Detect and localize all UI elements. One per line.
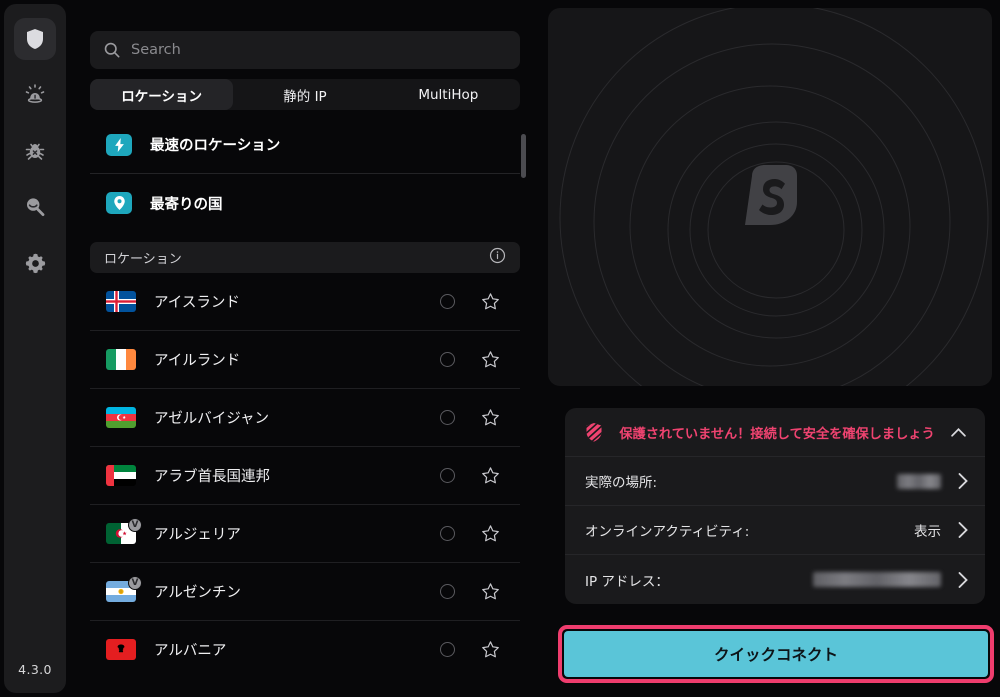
chevron-right-icon[interactable] (957, 521, 969, 539)
country-name: アラブ首長国連邦 (154, 469, 270, 485)
quick-row-label: 最速のロケーション (150, 138, 281, 154)
status-row-real-location[interactable]: 実際の場所: (565, 457, 985, 506)
bug-icon (23, 139, 47, 163)
status-card-header[interactable]: 保護されていません！接続して安全を確保しましょう (565, 408, 985, 457)
country-name: アイスランド (154, 295, 240, 311)
expand-circle-icon[interactable] (440, 294, 455, 309)
expand-circle-icon[interactable] (440, 584, 455, 599)
quick-connect-highlight: クイックコネクト (558, 625, 994, 683)
status-row-online-activity[interactable]: オンラインアクティビティ: 表示 (565, 506, 985, 555)
alert-light-icon (23, 83, 47, 107)
section-header-locations: ロケーション (90, 242, 520, 273)
quick-row-label: 最寄りの国 (150, 196, 223, 213)
status-row-label: IP アドレス： (585, 573, 669, 590)
sidebar: 4.3.0 (4, 4, 66, 693)
location-pin-icon (106, 192, 132, 214)
country-name: アルゼンチン (154, 585, 241, 601)
flag-albania-icon (106, 639, 136, 660)
favorite-star-icon[interactable] (481, 292, 500, 311)
quick-row-fastest-location[interactable]: 最速のロケーション (90, 116, 520, 174)
status-panel: 保護されていません！接続して安全を確保しましょう 実際の場所: オンラインアクテ… (544, 4, 996, 693)
country-name: アゼルバイジャン (154, 411, 269, 427)
status-row-value-redacted (897, 473, 941, 489)
quick-locations: 最速のロケーション 最寄りの国 (90, 116, 520, 232)
chevron-right-icon[interactable] (957, 472, 969, 490)
search-bar[interactable] (90, 31, 520, 69)
status-row-label: 実際の場所: (585, 475, 658, 491)
flag-algeria-icon: V (106, 518, 142, 544)
search-input[interactable] (131, 42, 520, 58)
shield-icon (25, 28, 45, 50)
shield-unprotected-icon (585, 422, 603, 443)
status-row-label: オンラインアクティビティ: (585, 524, 750, 540)
chevron-right-icon[interactable] (957, 571, 969, 589)
country-name: アルジェリア (154, 527, 241, 543)
flag-iceland-icon (106, 291, 136, 312)
favorite-star-icon[interactable] (481, 524, 500, 543)
flag-argentina-icon: V (106, 576, 142, 602)
country-row[interactable]: V アルジェリア (90, 505, 520, 563)
favorite-star-icon[interactable] (481, 466, 500, 485)
status-message: 保護されていません！接続して安全を確保しましょう (619, 426, 935, 442)
sidebar-item-vpn[interactable] (14, 18, 56, 60)
quick-connect-button[interactable]: クイックコネクト (564, 631, 988, 677)
expand-circle-icon[interactable] (440, 642, 455, 657)
country-row[interactable]: アラブ首長国連邦 (90, 447, 520, 505)
country-row[interactable]: アイスランド (90, 273, 520, 331)
status-row-value: 表示 (914, 524, 941, 540)
info-icon[interactable] (489, 247, 506, 268)
favorite-star-icon[interactable] (481, 350, 500, 369)
tab-static-ip[interactable]: 静的 IP (233, 79, 376, 110)
expand-circle-icon[interactable] (440, 352, 455, 367)
app-version: 4.3.0 (18, 662, 52, 677)
locations-panel: ロケーション 静的 IP MultiHop 最速のロケーション 最寄りの国 ロケ… (80, 10, 530, 697)
country-list[interactable]: アイスランド アイルランドアゼルバイジャン アラブ首長国連邦 V アルジェリア V アルゼン… (90, 273, 520, 670)
magnifier-icon (23, 195, 47, 219)
search-icon (103, 41, 121, 59)
surfshark-logo-icon (739, 162, 801, 232)
quick-row-nearest-country[interactable]: 最寄りの国 (90, 174, 520, 232)
expand-circle-icon[interactable] (440, 410, 455, 425)
status-row-value-redacted (813, 572, 941, 587)
flag-uae-icon (106, 465, 136, 486)
sidebar-item-alert[interactable] (14, 74, 56, 116)
sidebar-item-antivirus[interactable] (14, 130, 56, 172)
locations-tabs: ロケーション 静的 IP MultiHop (90, 79, 520, 110)
scrollbar-thumb[interactable] (521, 134, 526, 178)
expand-circle-icon[interactable] (440, 526, 455, 541)
country-row[interactable]: アゼルバイジャン (90, 389, 520, 447)
tab-multihop[interactable]: MultiHop (377, 79, 520, 110)
flag-azerbaijan-icon (106, 407, 136, 428)
tab-locations[interactable]: ロケーション (90, 79, 234, 110)
expand-circle-icon[interactable] (440, 468, 455, 483)
virtual-location-badge: V (128, 576, 142, 590)
favorite-star-icon[interactable] (481, 408, 500, 427)
country-row[interactable]: アルバニア (90, 621, 520, 670)
virtual-location-badge: V (128, 518, 142, 532)
section-header-label: ロケーション (104, 252, 182, 267)
chevron-up-icon[interactable] (950, 427, 967, 438)
sidebar-item-alternative-id[interactable] (14, 186, 56, 228)
country-name: アイルランド (154, 353, 241, 369)
country-row[interactable]: V アルゼンチン (90, 563, 520, 621)
surfshark-vpn-window: 4.3.0 ロケーション 静的 IP MultiHop 最速のロケーション (0, 0, 1000, 697)
connection-status-card: 保護されていません！接続して安全を確保しましょう 実際の場所: オンラインアクテ… (565, 408, 985, 604)
lightning-icon (106, 133, 132, 156)
flag-ireland-icon (106, 349, 136, 370)
locations-scrollbar[interactable] (521, 134, 526, 310)
sidebar-item-settings[interactable] (14, 242, 56, 284)
country-row[interactable]: アイルランド (90, 331, 520, 389)
status-row-ip-address[interactable]: IP アドレス： (565, 555, 985, 604)
favorite-star-icon[interactable] (481, 582, 500, 601)
gear-icon (24, 252, 47, 275)
favorite-star-icon[interactable] (481, 640, 500, 659)
country-name: アルバニア (154, 643, 227, 659)
map-card (548, 8, 992, 386)
